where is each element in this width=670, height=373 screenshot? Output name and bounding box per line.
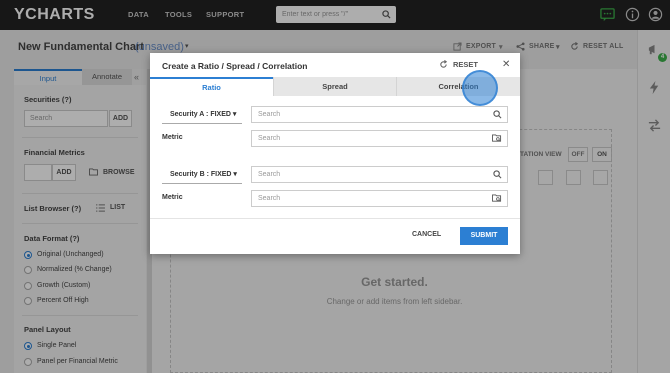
metric-b-search-input[interactable]: Search [251, 190, 508, 207]
security-a-select[interactable]: Security A : FIXED ▾ [162, 107, 242, 123]
metric-a-search-placeholder: Search [258, 135, 281, 142]
metric-a-search-input[interactable]: Search [251, 130, 508, 147]
security-b-label: Security B : FIXED [170, 171, 232, 178]
chevron-down-icon: ▾ [232, 111, 237, 118]
reset-icon [440, 60, 448, 68]
modal-title: Create a Ratio / Spread / Correlation [162, 61, 308, 71]
security-a-label: Security A : FIXED [170, 111, 231, 118]
divider [150, 218, 520, 219]
cancel-button[interactable]: CANCEL [412, 231, 441, 238]
divider [162, 183, 242, 184]
modal-reset-button[interactable]: RESET [453, 60, 478, 69]
close-icon[interactable]: ✕ [502, 59, 510, 70]
metric-b-search-placeholder: Search [258, 195, 281, 202]
security-b-search-input[interactable]: Search [251, 166, 508, 183]
divider [162, 123, 242, 124]
tab-ratio[interactable]: Ratio [150, 77, 273, 96]
metric-b-label: Metric [162, 194, 183, 201]
folder-search-icon[interactable] [492, 134, 502, 143]
submit-button[interactable]: SUBMIT [460, 227, 508, 245]
search-icon[interactable] [493, 110, 502, 119]
security-b-search-placeholder: Search [258, 171, 281, 178]
search-icon[interactable] [493, 170, 502, 179]
click-indicator [462, 70, 498, 106]
security-b-select[interactable]: Security B : FIXED ▾ [162, 167, 242, 183]
tab-correlation[interactable]: Correlation [396, 77, 520, 96]
chevron-down-icon: ▾ [233, 171, 237, 178]
metric-a-label: Metric [162, 134, 183, 141]
folder-search-icon[interactable] [492, 194, 502, 203]
security-a-search-placeholder: Search [258, 111, 281, 118]
tab-spread[interactable]: Spread [273, 77, 396, 96]
security-a-search-input[interactable]: Search [251, 106, 508, 123]
